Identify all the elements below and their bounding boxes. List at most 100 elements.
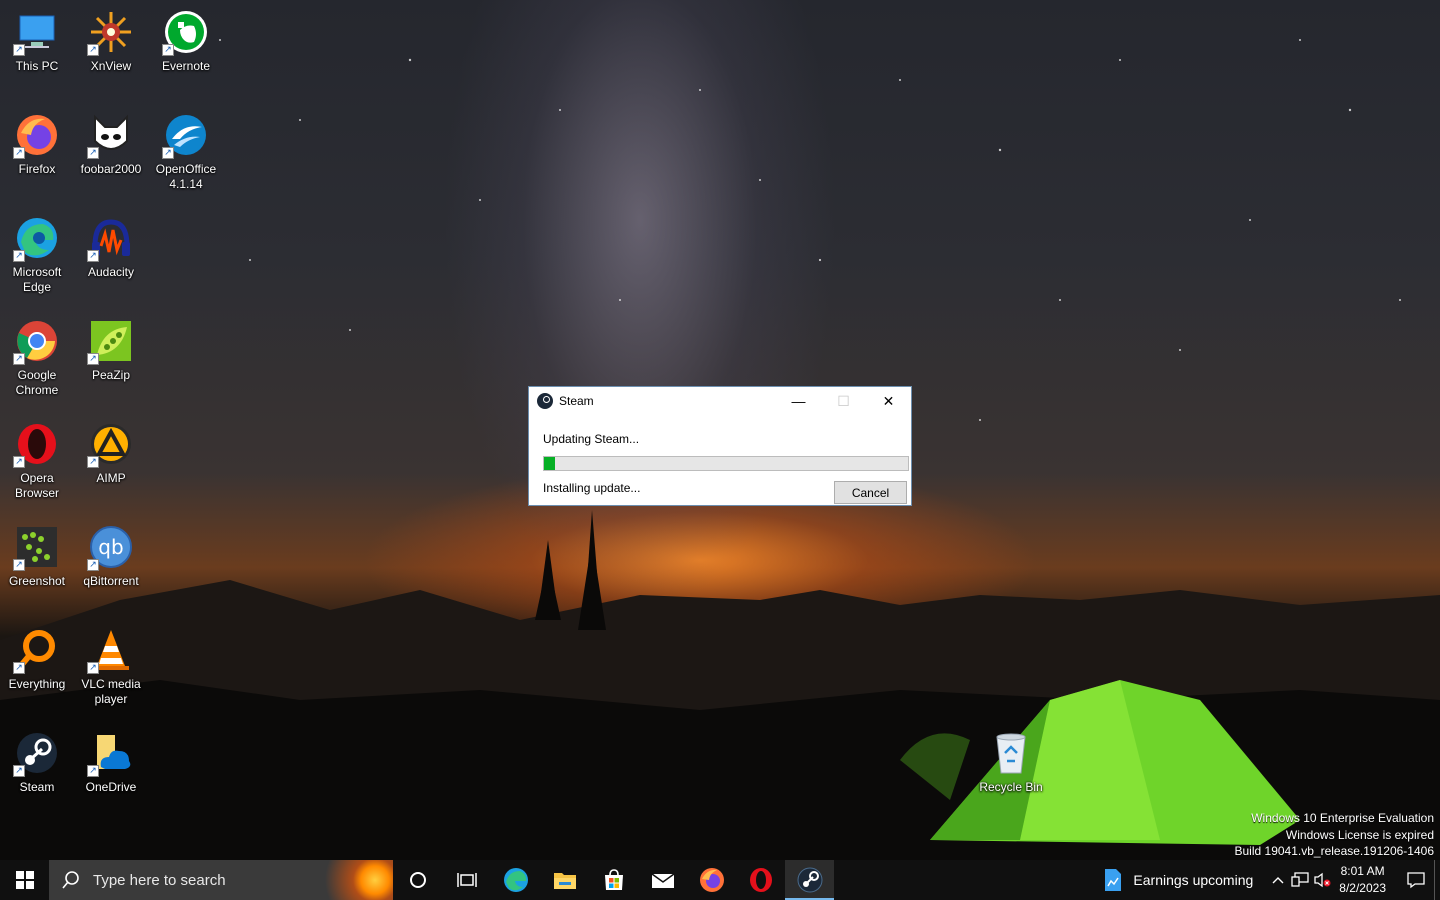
desktop-icon-label: Evernote — [161, 59, 211, 73]
microsoft-store-icon — [604, 869, 623, 890]
stock-news-icon — [1105, 869, 1122, 891]
desktop-icon-label: VLC media player — [81, 677, 141, 706]
desktop-icon-this-pc[interactable]: ↗ This PC — [0, 8, 74, 74]
chrome-icon: ↗ — [13, 317, 61, 365]
opera-icon: ↗ — [13, 420, 61, 468]
taskbar-mail[interactable] — [638, 860, 687, 900]
chevron-up-icon — [1272, 877, 1284, 884]
volume-muted-icon — [1314, 872, 1331, 888]
desktop-icon-aimp[interactable]: ↗ AIMP — [74, 420, 148, 486]
windows-watermark: Windows 10 Enterprise Evaluation Windows… — [1235, 810, 1435, 860]
close-button[interactable]: ✕ — [866, 387, 911, 415]
taskbar-microsoft-store[interactable] — [589, 860, 638, 900]
show-hidden-icons-button[interactable] — [1267, 860, 1289, 900]
edge-icon — [503, 868, 528, 892]
cancel-button[interactable]: Cancel — [834, 481, 907, 504]
desktop-icon-firefox[interactable]: ↗ Firefox — [0, 111, 74, 177]
desktop-icon-steam[interactable]: ↗ Steam — [0, 729, 74, 795]
desktop-icon-onedrive[interactable]: ↗ OneDrive — [74, 729, 148, 795]
taskbar-task-view[interactable] — [442, 860, 491, 900]
steam-update-dialog: Steam — ☐ ✕ Updating Steam... Installing… — [528, 386, 912, 506]
firefox-icon: ↗ — [13, 111, 61, 159]
progress-fill — [544, 457, 555, 470]
desktop-icon-label: foobar2000 — [80, 162, 142, 176]
desktop-icon-openoffice[interactable]: ↗ OpenOffice 4.1.14 — [149, 111, 223, 192]
watermark-build: Build 19041.vb_release.191206-1406 — [1234, 844, 1435, 858]
desktop-icon-foobar2000[interactable]: ↗ foobar2000 — [74, 111, 148, 177]
desktop-icon-vlc-media-player[interactable]: ↗ VLC media player — [74, 626, 148, 707]
foobar2000-icon: ↗ — [87, 111, 135, 159]
desktop-icon-qbittorrent[interactable]: qb ↗ qBittorrent — [74, 523, 148, 589]
desktop-icon-label: Microsoft Edge — [12, 265, 62, 294]
taskbar-firefox[interactable] — [687, 860, 736, 900]
firefox-icon — [699, 868, 724, 892]
desktop-icon-xnview[interactable]: ↗ XnView — [74, 8, 148, 74]
watermark-license: Windows License is expired — [1285, 827, 1434, 842]
file-explorer-icon — [553, 873, 576, 889]
update-progress-bar — [543, 456, 909, 471]
desktop-icon-audacity[interactable]: ↗ Audacity — [74, 214, 148, 280]
minimize-button[interactable]: — — [776, 387, 821, 415]
start-button[interactable] — [0, 860, 49, 900]
desktop-icon-label: XnView — [90, 59, 132, 73]
svg-text:qb: qb — [98, 535, 123, 559]
taskbar-opera[interactable] — [736, 860, 785, 900]
desktop-icon-google-chrome[interactable]: ↗ Google Chrome — [0, 317, 74, 398]
desktop-icon-label: Steam — [19, 780, 55, 794]
search-placeholder: Type here to search — [93, 871, 226, 889]
windows-logo-icon — [15, 871, 34, 889]
search-icon — [62, 871, 79, 889]
action-center-button[interactable] — [1398, 860, 1434, 900]
network-icon — [1291, 872, 1309, 887]
taskbar-file-explorer[interactable] — [540, 860, 589, 900]
dialog-titlebar[interactable]: Steam — ☐ ✕ — [529, 387, 911, 415]
desktop-icon-opera-browser[interactable]: ↗ Opera Browser — [0, 420, 74, 501]
maximize-button: ☐ — [837, 392, 850, 409]
peazip-icon: ↗ — [87, 317, 135, 365]
desktop-icon-label: OneDrive — [85, 780, 137, 794]
steam-icon: ↗ — [13, 729, 61, 777]
desktop-icon-microsoft-edge[interactable]: ↗ Microsoft Edge — [0, 214, 74, 295]
opera-icon — [749, 868, 772, 892]
steam-logo-icon — [537, 393, 553, 409]
desktop-icon-label: Google Chrome — [15, 368, 59, 397]
evernote-icon: ↗ — [162, 8, 210, 56]
taskbar-steam[interactable] — [785, 860, 834, 900]
volume-button[interactable] — [1311, 860, 1333, 900]
desktop-icon-label: Firefox — [18, 162, 56, 176]
taskbar-clock[interactable]: 8:01 AM 8/2/2023 — [1339, 863, 1386, 897]
desktop-icon-label: qBittorrent — [83, 574, 139, 588]
desktop-icon-evernote[interactable]: ↗ Evernote — [149, 8, 223, 74]
clock-time: 8:01 AM — [1340, 864, 1385, 878]
network-button[interactable] — [1289, 860, 1311, 900]
greenshot-icon: ↗ — [13, 523, 61, 571]
dialog-title: Steam — [559, 394, 594, 408]
taskbar-edge[interactable] — [491, 860, 540, 900]
this-pc-icon: ↗ — [13, 8, 61, 56]
vlc-icon: ↗ — [87, 626, 135, 674]
taskbar-search-box[interactable]: Type here to search — [49, 860, 393, 900]
desktop-icon-label: Everything — [8, 677, 66, 691]
desktop-icon-label: Audacity — [87, 265, 135, 279]
desktop-icon-label: Greenshot — [8, 574, 66, 588]
show-desktop-button[interactable] — [1434, 860, 1440, 900]
desktop-icon-label: Recycle Bin — [979, 780, 1043, 794]
desktop-icon-peazip[interactable]: ↗ PeaZip — [74, 317, 148, 383]
system-tray: Earnings upcoming 8:01 AM 8/2/2023 — [1103, 860, 1440, 900]
news-text: Earnings upcoming — [1133, 872, 1254, 888]
xnview-icon: ↗ — [87, 8, 135, 56]
edge-icon: ↗ — [13, 214, 61, 262]
search-highlight-image — [313, 860, 393, 900]
taskbar-cortana[interactable] — [393, 860, 442, 900]
update-status-text: Updating Steam... — [543, 432, 640, 446]
news-and-interests[interactable]: Earnings upcoming — [1103, 868, 1253, 892]
aimp-icon: ↗ — [87, 420, 135, 468]
audacity-icon: ↗ — [87, 214, 135, 262]
desktop-icon-label: Opera Browser — [14, 471, 59, 500]
task-view-icon — [456, 873, 477, 887]
desktop-icon-recycle-bin[interactable]: Recycle Bin — [974, 729, 1048, 795]
watermark-edition: Windows 10 Enterprise Evaluation — [1251, 811, 1434, 825]
desktop-icon-greenshot[interactable]: ↗ Greenshot — [0, 523, 74, 589]
desktop-icon-everything[interactable]: ↗ Everything — [0, 626, 74, 692]
qbittorrent-icon: qb ↗ — [87, 523, 135, 571]
